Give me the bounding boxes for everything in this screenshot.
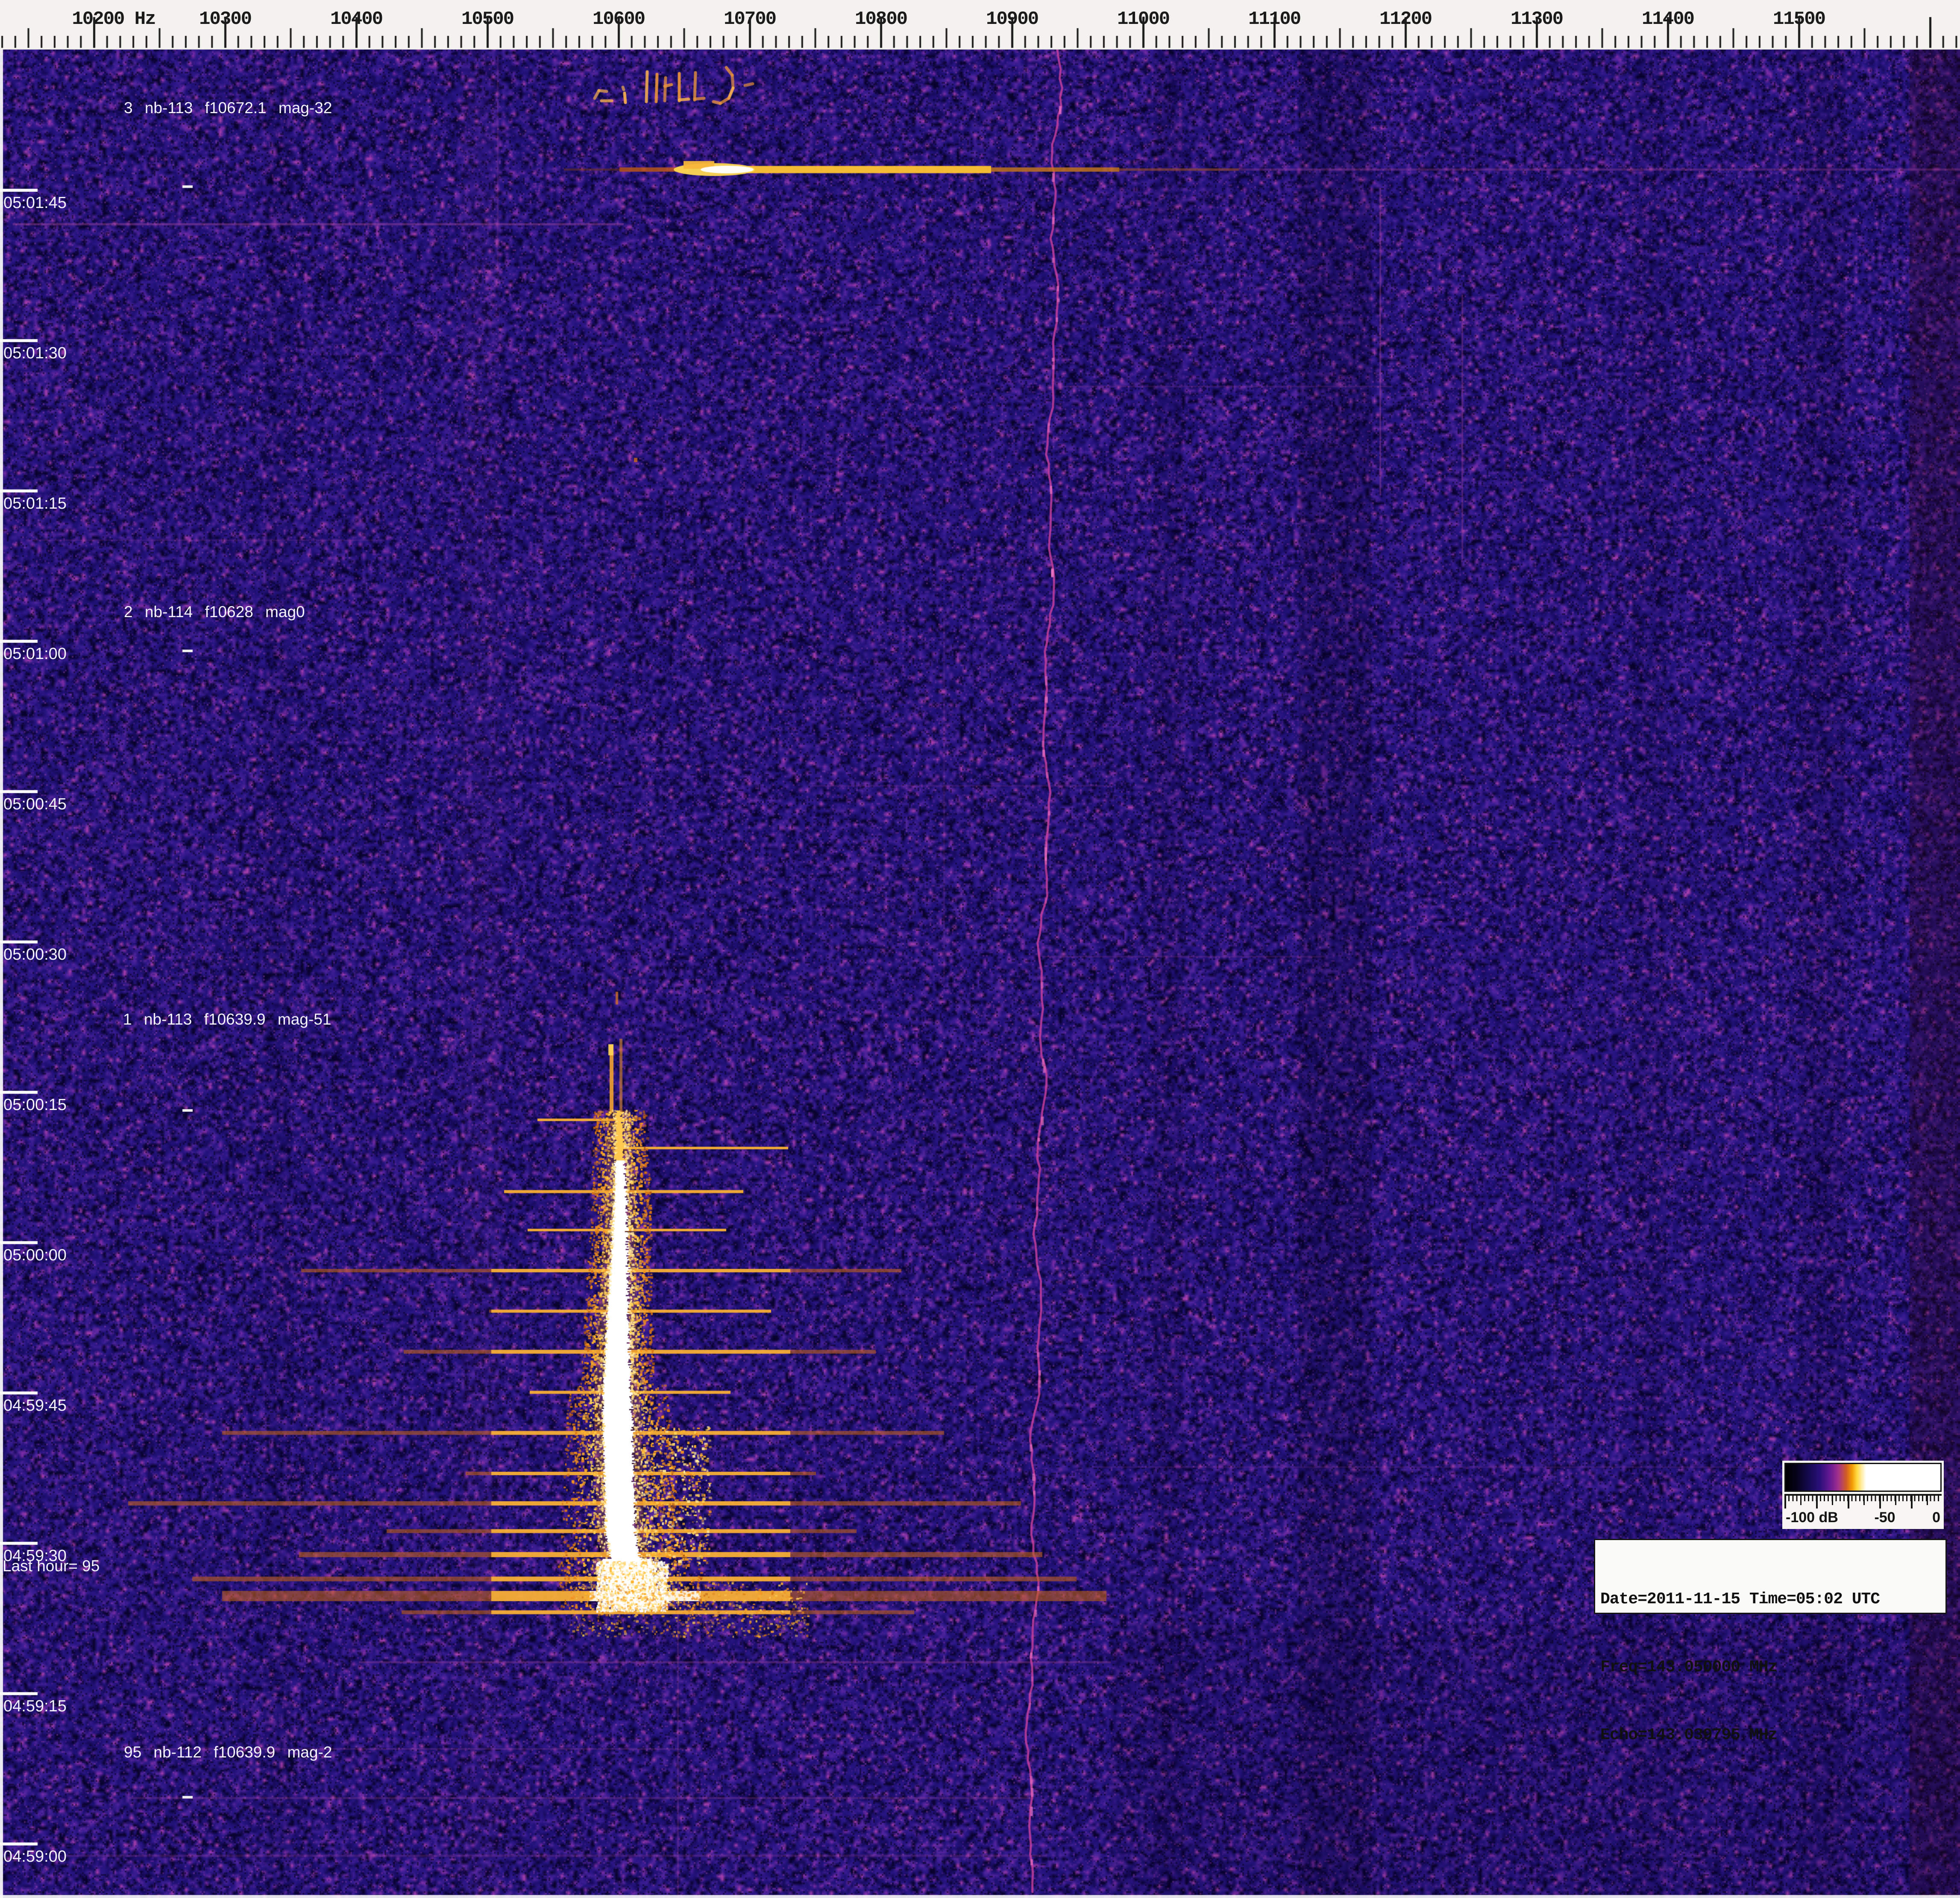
time-axis-label: 04:59:45 — [3, 1397, 67, 1415]
time-axis-label: 05:01:45 — [3, 194, 67, 212]
time-axis-label: 05:00:00 — [3, 1246, 67, 1265]
freq-axis-label: 10800 — [855, 9, 907, 30]
freq-axis-label: 10600 — [593, 9, 645, 30]
freq-axis-label: 10900 — [986, 9, 1038, 30]
event-annotation-2: 2 nb-114 f10628 mag0 — [124, 603, 305, 621]
intensity-color-scale: -100 dB -50 0 — [1782, 1461, 1944, 1529]
info-echo-frequency: Echo=143.039795 MHz — [1600, 1724, 1940, 1746]
time-axis-label: 05:00:15 — [3, 1096, 67, 1114]
db-label-max: 0 — [1932, 1509, 1940, 1526]
freq-axis-label: 11500 — [1773, 9, 1825, 30]
freq-axis-label: 10200 Hz — [72, 9, 155, 30]
freq-axis-label: 11000 — [1117, 9, 1169, 30]
spectrogram-window: 10200 Hz 10300 10400 10500 10600 10700 10800 10… — [0, 0, 1960, 1898]
event-annotation-3: 3 nb-113 f10672.1 mag-32 — [124, 99, 332, 117]
db-label-mid: -50 — [1874, 1509, 1895, 1526]
freq-axis-label: 10300 — [199, 9, 251, 30]
time-axis-label: 05:00:30 — [3, 946, 67, 964]
freq-axis-label: 10400 — [330, 9, 382, 30]
freq-axis-label: 10700 — [724, 9, 776, 30]
event-annotation-95: 95 nb-112 f10639.9 mag-2 — [124, 1743, 332, 1761]
freq-axis-label: 11200 — [1379, 9, 1432, 30]
time-axis-label: 04:59:15 — [3, 1697, 67, 1716]
event-annotation-1: 1 nb-113 f10639.9 mag-51 — [123, 1011, 331, 1028]
freq-axis-label: 11100 — [1248, 9, 1300, 30]
db-label-min: -100 dB — [1786, 1509, 1838, 1526]
freq-axis-label: 11400 — [1642, 9, 1694, 30]
info-frequency: Freq=143.050000 MHz — [1600, 1656, 1940, 1678]
time-axis-label: 05:01:00 — [3, 645, 67, 663]
freq-axis-label: 11300 — [1511, 9, 1563, 30]
color-gradient-bar — [1784, 1463, 1942, 1492]
db-scale-ruler — [1784, 1494, 1942, 1509]
last-hour-counter: Last hour= 95 — [3, 1557, 100, 1575]
info-date-time: Date=2011-11-15 Time=05:02 UTC — [1600, 1588, 1940, 1611]
time-axis-label: 05:01:15 — [3, 495, 67, 513]
time-axis-label: 05:01:30 — [3, 344, 67, 363]
time-axis-label: 04:59:00 — [3, 1848, 67, 1866]
freq-axis-label: 10500 — [461, 9, 513, 30]
status-info-box: Date=2011-11-15 Time=05:02 UTC Freq=143.… — [1594, 1539, 1947, 1614]
time-axis-label: 05:00:45 — [3, 795, 67, 814]
